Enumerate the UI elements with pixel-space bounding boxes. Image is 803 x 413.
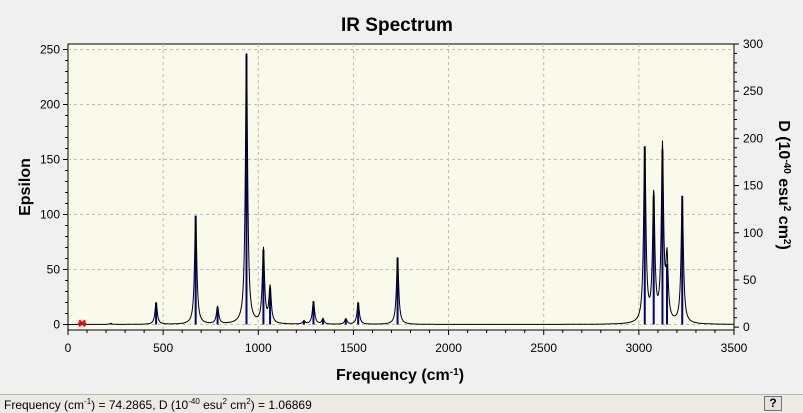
ir-spectrum-chart[interactable]: IR Spectrum 0 500 1000 1500 2000 2500 3000 3500…: [0, 0, 803, 394]
x-tick-label: 3000: [626, 341, 653, 355]
y-tick-label: 250: [40, 43, 60, 57]
y2-tick-label: 50: [743, 273, 757, 287]
y2-axis-label: D (10-40 esu2 cm2): [775, 120, 793, 250]
chart-title: IR Spectrum: [341, 15, 453, 36]
y-tick-label: 0: [53, 318, 60, 332]
y-tick-label: 100: [40, 208, 60, 222]
x-tick-label: 0: [65, 341, 72, 355]
y2-tick-label: 300: [743, 37, 763, 51]
status-bar: Frequency (cm-1) = 74.2865, D (10-40 esu…: [0, 394, 803, 413]
x-tick-label: 500: [153, 341, 173, 355]
y2-tick-label: 250: [743, 84, 763, 98]
x-tick-label: 1500: [340, 341, 367, 355]
y2-tick-label: 200: [743, 131, 763, 145]
help-button[interactable]: ?: [764, 396, 782, 411]
y-axis-label: Epsilon: [17, 158, 34, 216]
plot-area[interactable]: [67, 43, 735, 331]
y2-tick-label: 100: [743, 226, 763, 240]
x-tick-label: 1000: [245, 341, 272, 355]
y-tick-label: 150: [40, 153, 60, 167]
status-readout: Frequency (cm-1) = 74.2865, D (10-40 esu…: [4, 397, 312, 412]
y-tick-label: 200: [40, 98, 60, 112]
x-tick-label: 2000: [435, 341, 462, 355]
y2-tick-label: 0: [743, 320, 750, 334]
y-tick-label: 50: [47, 263, 61, 277]
ir-spectrum-window: IR Spectrum 0 500 1000 1500 2000 2500 3000 3500…: [0, 0, 803, 413]
x-axis-label: Frequency (cm-1): [336, 367, 464, 385]
y2-tick-label: 150: [743, 179, 763, 193]
x-tick-label: 2500: [530, 341, 557, 355]
x-tick-label: 3500: [721, 341, 748, 355]
